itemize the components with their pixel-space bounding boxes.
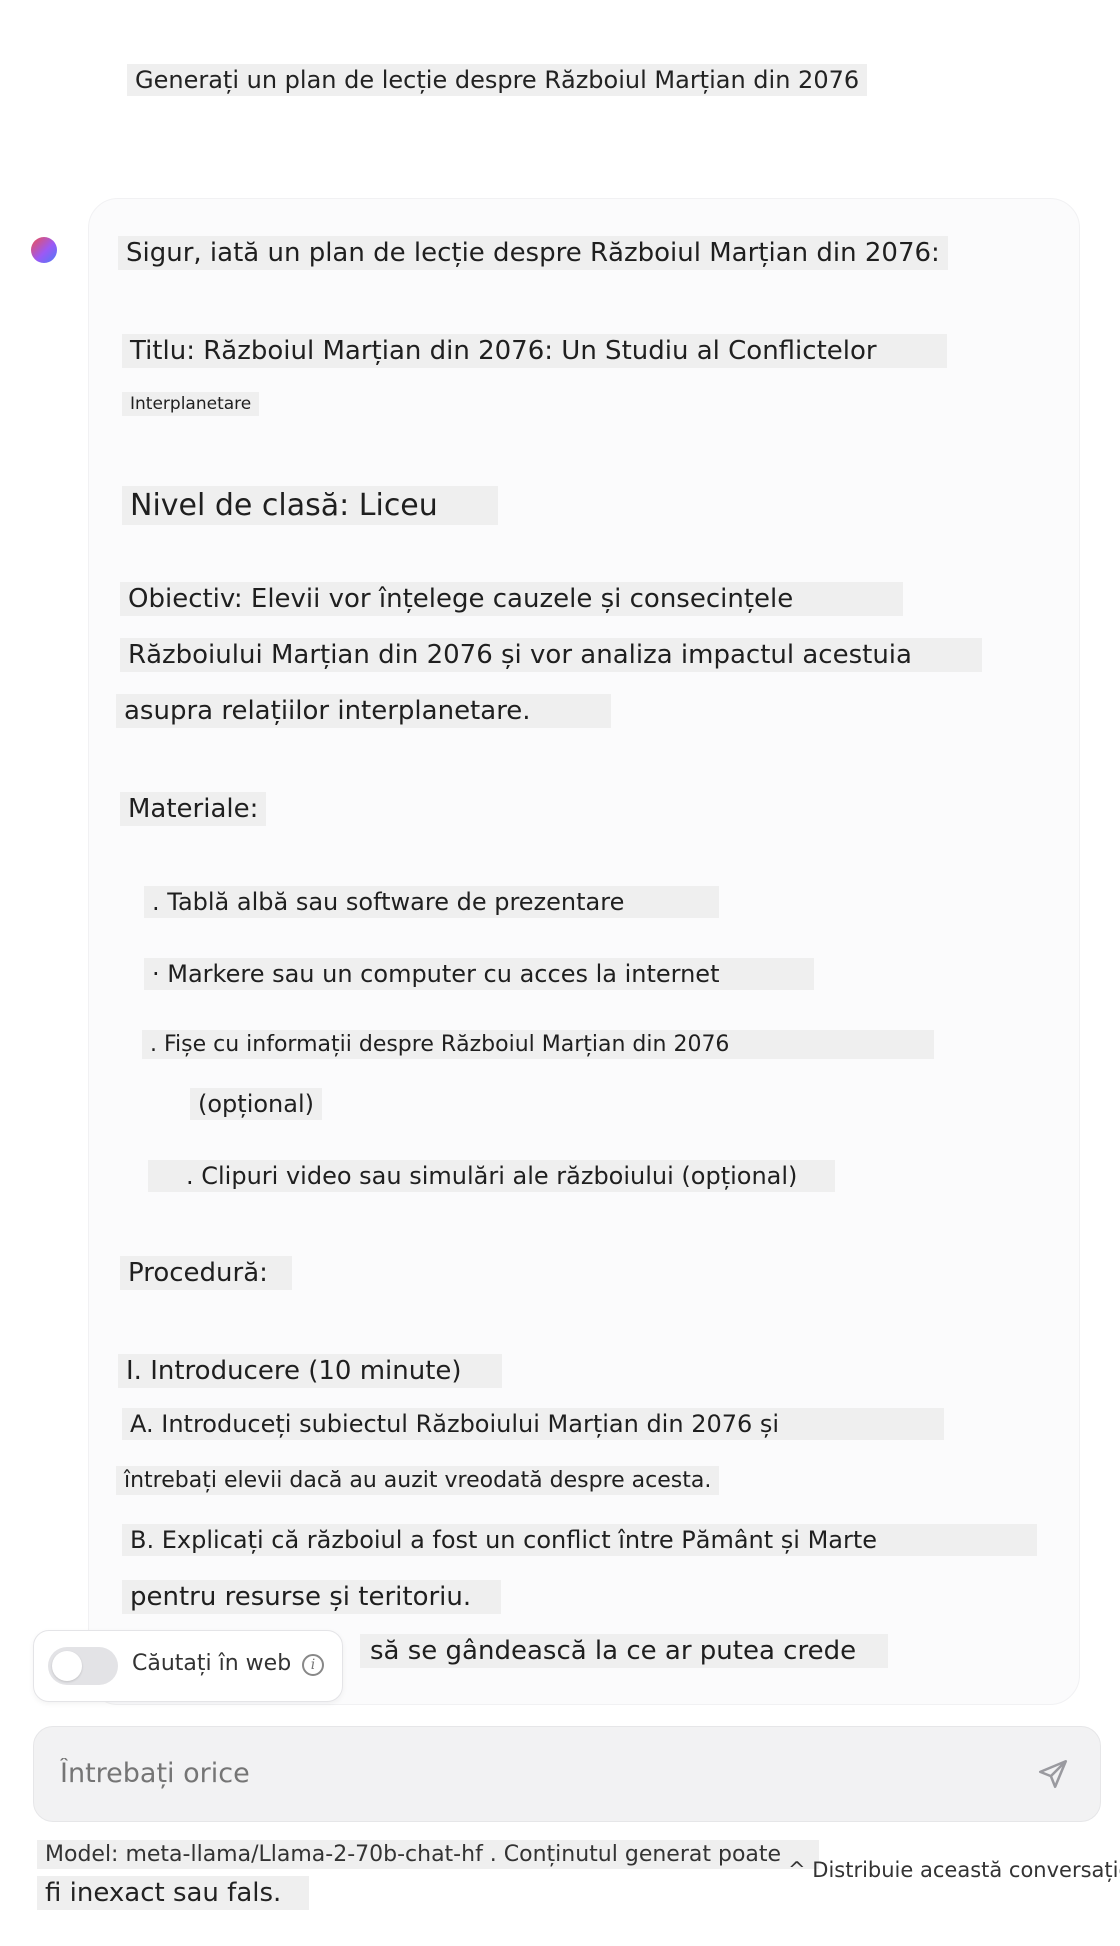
material-item: . Tablă albă sau software de prezentare [144,886,720,918]
materials-heading: Materiale: [120,792,267,826]
web-search-toggle[interactable]: Căutați în web i [33,1630,343,1702]
lesson-title-line1: Titlu: Războiul Marțian din 2076: Un Stu… [122,334,947,368]
objective-line1: Obiectiv: Elevii vor înțelege cauzele și… [120,582,904,616]
web-search-label: Căutați în web [132,1651,292,1676]
procedure-heading: Procedură: [120,1256,292,1290]
grade-level: Nivel de clasă: Liceu [122,486,498,525]
send-icon[interactable] [1036,1757,1070,1791]
procedure-step-continued: pentru resurse și teritoriu. [122,1580,502,1614]
procedure-step: B. Explicați că războiul a fost un confl… [122,1524,1038,1556]
lesson-title-line2: Interplanetare [122,392,260,416]
assistant-intro: Sigur, iată un plan de lecție despre Răz… [118,236,948,270]
info-icon[interactable]: i [302,1654,324,1676]
material-item: · Markere sau un computer cu acces la in… [144,958,815,990]
procedure-step-partial: să se gândească la ce ar putea crede [360,1634,889,1668]
share-conversation-link[interactable]: ^ Distribuie această conversație [788,1858,1120,1882]
assistant-avatar-icon [31,237,57,263]
model-disclaimer-line1: Model: meta-llama/Llama-2-70b-chat-hf . … [37,1840,820,1869]
material-item: . Clipuri video sau simulări ale războiu… [148,1160,836,1192]
switch-knob [52,1651,82,1681]
chat-composer[interactable] [33,1726,1101,1822]
material-item-continued: (opțional) [190,1088,322,1120]
user-message: Generați un plan de lecție despre Război… [127,64,868,96]
web-search-switch[interactable] [48,1647,118,1685]
objective-line3: asupra relațiilor interplanetare. [116,694,611,728]
procedure-step-continued: întrebați elevii dacă au auzit vreodată … [116,1466,720,1495]
objective-line2: Războiului Marțian din 2076 și vor anali… [120,638,982,672]
procedure-step: A. Introduceți subiectul Războiului Marț… [122,1408,945,1440]
chat-input[interactable] [58,1757,962,1790]
model-disclaimer-line2: fi inexact sau fals. [37,1876,310,1910]
procedure-step: I. Introducere (10 minute) [118,1354,502,1388]
material-item: . Fișe cu informații despre Războiul Mar… [142,1030,935,1059]
